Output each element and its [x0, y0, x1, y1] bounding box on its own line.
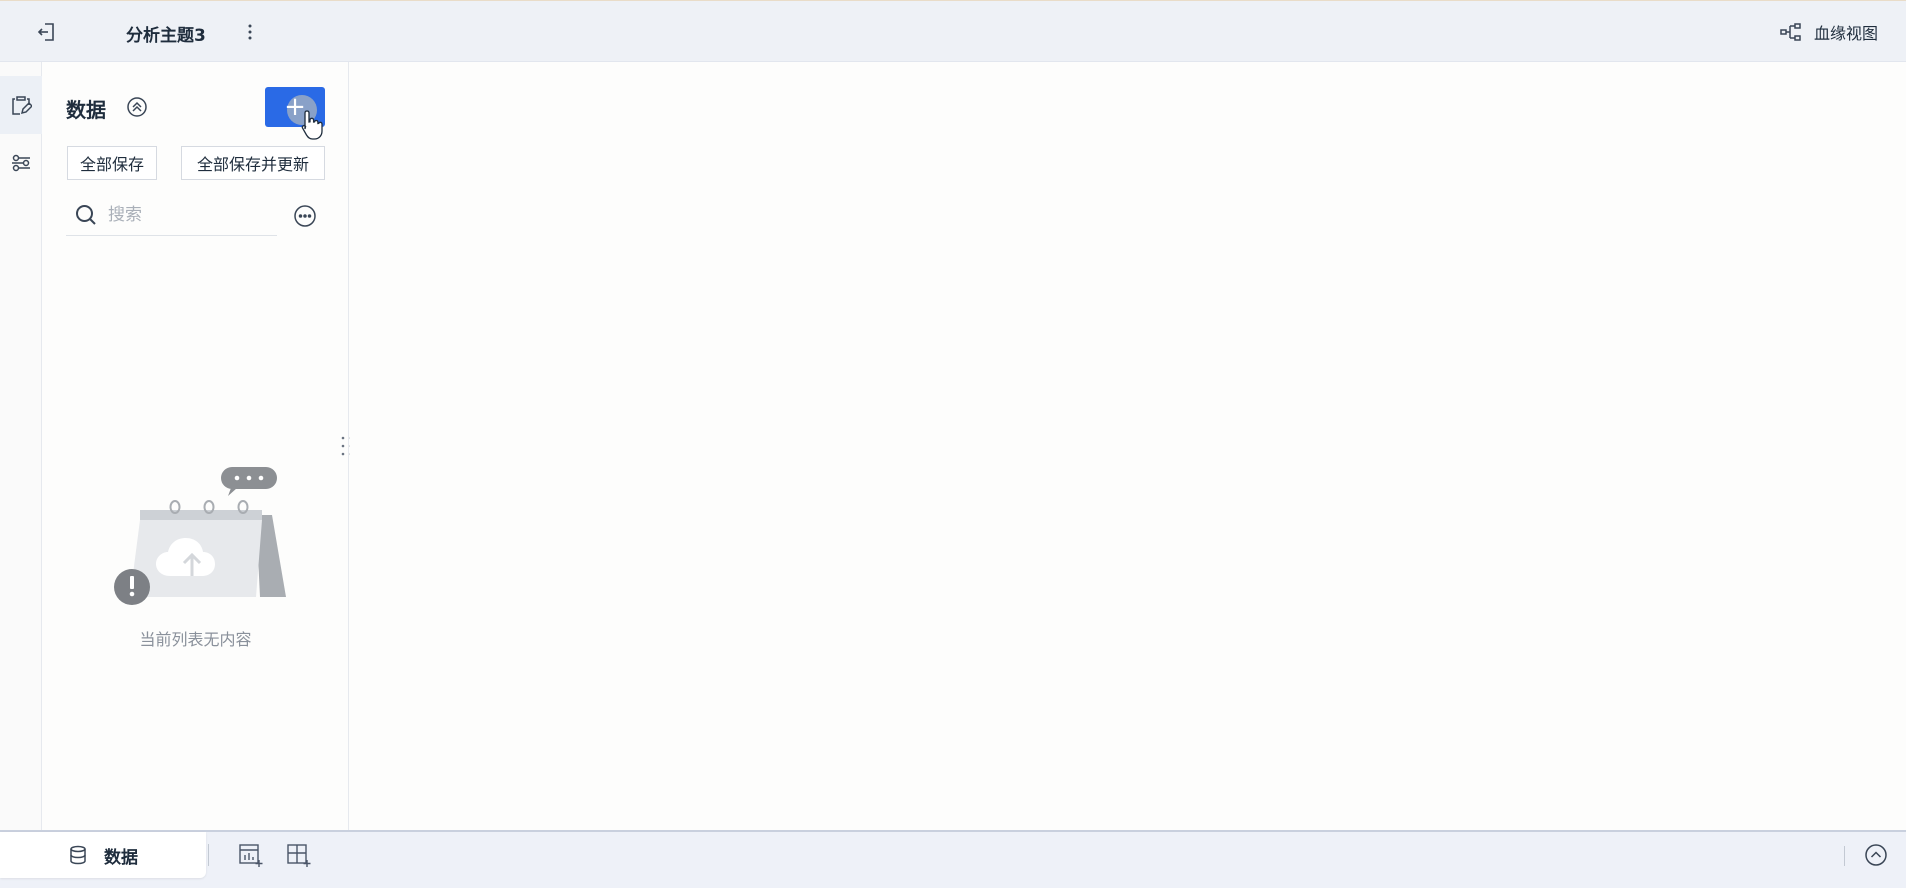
bottom-divider: [1844, 846, 1845, 866]
double-chevron-up-icon: [127, 97, 147, 117]
chevron-up-circle-icon: [1865, 844, 1887, 866]
lineage-view-button[interactable]: 血缘视图: [1780, 19, 1878, 45]
hand-cursor-icon: [301, 110, 323, 140]
left-rail: [0, 62, 42, 830]
exit-icon: [37, 23, 54, 41]
database-icon: [70, 845, 86, 865]
more-options-button[interactable]: [240, 19, 260, 45]
collapse-button[interactable]: [125, 95, 149, 119]
rail-item-settings[interactable]: [0, 134, 42, 192]
bottom-tab-bar: 数据: [0, 830, 1906, 888]
sliders-icon: [12, 154, 30, 172]
exit-button[interactable]: [34, 19, 60, 45]
data-panel: 数据 + 全部保存 全部保存并更新 搜索 当前列表无内容: [42, 62, 349, 830]
add-chart-button[interactable]: [236, 840, 266, 870]
empty-state-illustration: [114, 467, 286, 605]
top-header: 分析主题3 血缘视图: [0, 0, 1906, 62]
save-all-and-update-button[interactable]: 全部保存并更新: [181, 146, 325, 180]
analysis-canvas[interactable]: [350, 62, 1906, 830]
list-options-button[interactable]: [293, 204, 317, 228]
tab-divider: [208, 844, 209, 866]
add-dashboard-icon: [287, 844, 311, 867]
horizontal-ellipsis-circle-icon: [294, 205, 316, 227]
tab-data-label: 数据: [104, 847, 138, 868]
add-dashboard-button[interactable]: [284, 840, 314, 870]
add-chart-icon: [239, 844, 263, 867]
save-all-button[interactable]: 全部保存: [67, 146, 157, 180]
lineage-label: 血缘视图: [1813, 24, 1878, 43]
search-input[interactable]: [108, 204, 268, 225]
tab-data[interactable]: 数据: [0, 832, 206, 878]
rail-item-data[interactable]: [0, 76, 42, 134]
panel-title: 数据: [66, 98, 106, 122]
expand-panel-button[interactable]: [1864, 843, 1888, 867]
search-icon: [76, 204, 96, 225]
page-title: 分析主题3: [126, 26, 206, 46]
lineage-graph-icon: [1780, 23, 1801, 41]
empty-state-text: 当前列表无内容: [139, 630, 252, 649]
clipboard-edit-icon: [12, 96, 32, 115]
vertical-ellipsis-icon: [248, 24, 252, 40]
search-box: [66, 194, 277, 236]
